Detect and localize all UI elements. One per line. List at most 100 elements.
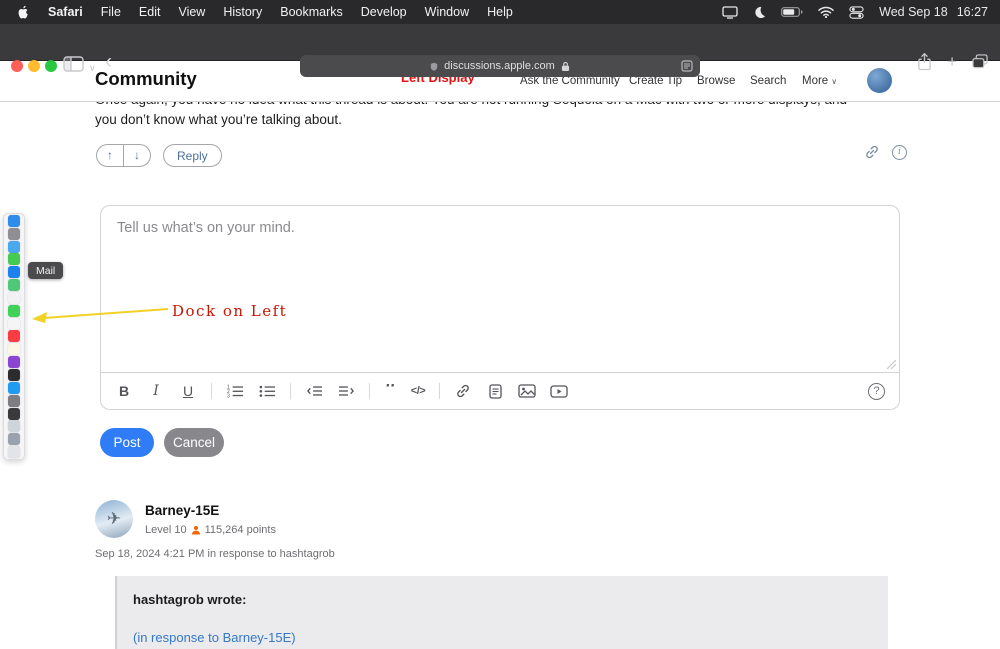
menu-clock-time: 16:27	[956, 5, 988, 19]
podcasts-dock-icon[interactable]	[8, 356, 20, 369]
lock-icon	[561, 61, 570, 72]
post-actions: i	[864, 144, 907, 160]
system-settings-dock-icon[interactable]	[8, 394, 20, 407]
menu-history[interactable]: History	[214, 0, 271, 24]
nav-browse[interactable]: Browse	[697, 75, 735, 87]
annotation-dock-on-left: Dock on Left	[172, 302, 288, 320]
toolbar-divider	[439, 383, 441, 399]
menu-file[interactable]: File	[92, 0, 130, 24]
reply-author-name[interactable]: Barney-15E	[145, 503, 219, 518]
svg-text:3: 3	[227, 394, 230, 398]
quote-title: hashtagrob wrote:	[133, 592, 247, 607]
info-glyph: i	[898, 147, 901, 157]
dock-tooltip: Mail	[28, 262, 64, 279]
dock	[3, 213, 25, 460]
maps-dock-icon[interactable]	[8, 279, 20, 292]
unordered-list-button[interactable]	[258, 384, 276, 398]
battery-icon[interactable]	[781, 7, 803, 17]
screen: Safari File Edit View History Bookmarks …	[0, 0, 1000, 649]
insert-link-button[interactable]	[454, 383, 472, 399]
insert-document-button[interactable]	[486, 383, 504, 399]
outdent-button[interactable]	[305, 384, 323, 398]
facetime-dock-icon[interactable]	[8, 304, 20, 317]
underline-button[interactable]: U	[179, 383, 197, 399]
downloads-dock-icon[interactable]	[8, 433, 20, 446]
copy-link-icon[interactable]	[864, 144, 880, 160]
toolbar-divider	[369, 383, 370, 399]
menu-develop[interactable]: Develop	[352, 0, 416, 24]
resize-handle[interactable]	[887, 360, 896, 369]
help-button[interactable]: ?	[868, 382, 885, 400]
menu-window[interactable]: Window	[416, 0, 478, 24]
menu-edit[interactable]: Edit	[130, 0, 170, 24]
sidebar-chevron-icon[interactable]: ∨	[89, 63, 96, 74]
insert-video-button[interactable]	[550, 384, 568, 398]
upvote-button[interactable]: ↑	[97, 145, 123, 166]
music-dock-icon[interactable]	[8, 330, 20, 343]
focus-icon[interactable]	[753, 6, 766, 19]
app-store-dock-icon[interactable]	[8, 381, 20, 394]
launchpad-dock-icon[interactable]	[8, 227, 20, 240]
post-button[interactable]: Post	[100, 428, 154, 457]
menu-clock[interactable]: Wed Sep 18 16:27	[879, 5, 992, 19]
reply-timestamp: Sep 18, 2024 4:21 PM in response to hash…	[95, 548, 335, 560]
blockquote-button[interactable]: “	[384, 384, 397, 398]
tab-overview-icon[interactable]	[972, 54, 988, 69]
reply-author-meta: Level 10 115,264 points	[145, 524, 276, 536]
messages-dock-icon[interactable]	[8, 253, 20, 266]
reader-icon[interactable]	[681, 60, 693, 72]
menu-app-name[interactable]: Safari	[39, 0, 92, 24]
bold-button[interactable]: B	[115, 383, 133, 399]
reply-author-avatar[interactable]: ✈	[95, 500, 133, 538]
cancel-button[interactable]: Cancel	[164, 428, 224, 457]
calendar-dock-icon[interactable]	[8, 317, 20, 330]
downvote-button[interactable]: ↓	[124, 145, 150, 166]
files-dock-icon[interactable]	[8, 420, 20, 433]
quote-in-response-link[interactable]: (in response to Barney-15E)	[133, 630, 872, 645]
menu-bookmarks[interactable]: Bookmarks	[271, 0, 352, 24]
chevron-down-icon: ∨	[831, 77, 838, 86]
account-avatar[interactable]	[867, 68, 892, 93]
nav-search[interactable]: Search	[750, 75, 786, 87]
reply-button[interactable]: Reply	[163, 144, 222, 167]
level-badge-icon	[191, 525, 201, 535]
close-window-button[interactable]	[11, 60, 23, 72]
new-tab-button[interactable]: +	[947, 53, 957, 70]
toolbar-divider	[211, 383, 212, 399]
menu-bar: Safari File Edit View History Bookmarks …	[0, 0, 1000, 24]
apple-menu-icon[interactable]	[8, 5, 39, 20]
fullscreen-window-button[interactable]	[45, 60, 57, 72]
safari-dock-icon[interactable]	[8, 240, 20, 253]
trash-dock-icon[interactable]	[8, 446, 20, 459]
composer-toolbar: B I U 123 “ </>	[101, 372, 899, 409]
minimize-window-button[interactable]	[28, 60, 40, 72]
reply-author-points: 115,264 points	[204, 524, 276, 536]
tv-dock-icon[interactable]	[8, 368, 20, 381]
menu-view[interactable]: View	[169, 0, 214, 24]
photos-dock-icon[interactable]	[8, 291, 20, 304]
menu-help[interactable]: Help	[478, 0, 522, 24]
code-button[interactable]: </>	[411, 385, 426, 397]
indent-button[interactable]	[337, 384, 355, 398]
notes-dock-icon[interactable]	[8, 343, 20, 356]
address-bar[interactable]: discussions.apple.com	[300, 55, 700, 77]
terminal-dock-icon[interactable]	[8, 407, 20, 420]
finder-dock-icon[interactable]	[8, 214, 20, 227]
screen-mirroring-icon[interactable]	[722, 5, 738, 19]
safari-toolbar: ∨ ‹ discussions.apple.com +	[0, 24, 1000, 77]
info-icon[interactable]: i	[892, 144, 907, 160]
sidebar-toggle-button[interactable]	[63, 56, 84, 77]
nav-more[interactable]: More ∨	[802, 75, 837, 87]
insert-image-button[interactable]	[518, 384, 536, 398]
mail-dock-icon[interactable]	[8, 266, 20, 279]
ordered-list-button[interactable]: 123	[226, 384, 244, 398]
italic-button[interactable]: I	[147, 383, 165, 399]
control-center-icon[interactable]	[849, 5, 864, 20]
nav-more-label: More	[802, 75, 829, 87]
back-button[interactable]: ‹	[105, 51, 112, 72]
share-icon[interactable]	[917, 52, 932, 71]
composer-input[interactable]	[101, 206, 899, 372]
reply-author-level: Level 10	[145, 524, 187, 536]
toolbar-divider	[290, 383, 291, 399]
wifi-icon[interactable]	[818, 6, 834, 18]
